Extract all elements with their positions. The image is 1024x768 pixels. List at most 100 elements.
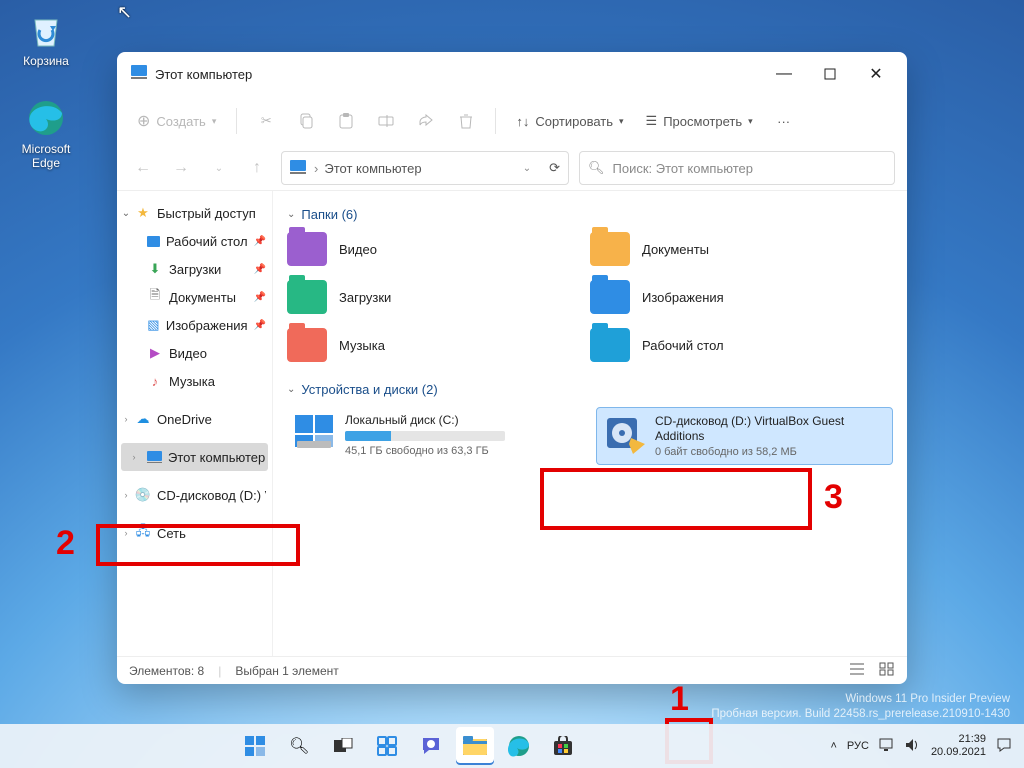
folder-label: Изображения: [642, 290, 724, 305]
drive-free: 0 байт свободно из 58,2 МБ: [655, 446, 886, 458]
drive-local-c[interactable]: Локальный диск (C:) 45,1 ГБ свободно из …: [287, 407, 584, 465]
tray-chevron-icon[interactable]: ˄: [830, 740, 836, 752]
status-bar: Элементов: 8 | Выбран 1 элемент: [117, 656, 907, 684]
copy-button[interactable]: [289, 104, 323, 138]
nav-downloads[interactable]: ⬇Загрузки📌: [117, 255, 272, 283]
tray-clock[interactable]: 21:39 20.09.2021: [931, 733, 986, 759]
taskbar: 🔍︎ ˄ РУС 21:39 20.09.2021: [0, 724, 1024, 768]
nav-quick-access[interactable]: ⌄★Быстрый доступ: [117, 199, 272, 227]
desktop-icon-recycle-bin[interactable]: Корзина: [10, 10, 82, 68]
minimize-button[interactable]: —: [761, 58, 807, 90]
pin-icon: 📌: [254, 236, 266, 247]
delete-icon: [459, 113, 473, 129]
maximize-button[interactable]: [807, 58, 853, 90]
video-icon: ▶: [147, 345, 163, 361]
refresh-button[interactable]: ⟳: [549, 160, 560, 176]
drives-header[interactable]: ⌄Устройства и диски (2): [287, 382, 893, 397]
sort-button[interactable]: ↑↓Сортировать▾: [508, 104, 631, 138]
paste-button[interactable]: [329, 104, 363, 138]
edge-button[interactable]: [500, 727, 538, 765]
folder-Изображения[interactable]: Изображения: [590, 280, 893, 314]
search-placeholder: Поиск: Этот компьютер: [613, 161, 753, 176]
folder-Музыка[interactable]: Музыка: [287, 328, 590, 362]
up-button[interactable]: ↑: [243, 154, 271, 182]
file-explorer-window: Этот компьютер — ✕ ⊕Создать▾ ✂ ↑↓Сортиро…: [117, 52, 907, 684]
annotation-2: 2: [56, 524, 75, 563]
desktop-icon-label: Microsoft Edge: [10, 142, 82, 170]
share-button[interactable]: [409, 104, 443, 138]
task-view-button[interactable]: [324, 727, 362, 765]
more-button[interactable]: ···: [767, 104, 801, 138]
desktop-icon-edge[interactable]: Microsoft Edge: [10, 98, 82, 170]
this-pc-icon: [131, 65, 147, 84]
nav-music[interactable]: ♪Музыка: [117, 367, 272, 395]
close-button[interactable]: ✕: [853, 58, 899, 90]
address-bar-row: ← → ⌄ ↑ › Этот компьютер ⌄ ⟳ 🔍︎ Поиск: Э…: [117, 146, 907, 190]
nav-pane: ⌄★Быстрый доступ Рабочий стол📌 ⬇Загрузки…: [117, 191, 273, 656]
edge-icon: [26, 98, 66, 138]
folder-label: Видео: [339, 242, 377, 257]
desktop-icon-label: Корзина: [10, 54, 82, 68]
separator: [495, 108, 496, 134]
tray-language[interactable]: РУС: [847, 740, 869, 752]
view-icon: ☰: [646, 113, 658, 129]
folder-Документы[interactable]: Документы: [590, 232, 893, 266]
search-input[interactable]: 🔍︎ Поиск: Этот компьютер: [579, 151, 895, 185]
recent-button[interactable]: ⌄: [205, 154, 233, 182]
disc-icon: [603, 414, 645, 457]
nav-cd-drive[interactable]: ›💿CD-дисковод (D:) V: [117, 481, 272, 509]
folder-Рабочий стол[interactable]: Рабочий стол: [590, 328, 893, 362]
delete-button[interactable]: [449, 104, 483, 138]
folder-label: Музыка: [339, 338, 385, 353]
sort-icon: ↑↓: [516, 114, 529, 129]
annotation-box-2: [96, 524, 300, 566]
search-button[interactable]: 🔍︎: [280, 727, 318, 765]
chat-button[interactable]: [412, 727, 450, 765]
drive-label: Локальный диск (C:): [345, 413, 578, 427]
desktop-icon: [147, 236, 160, 247]
back-button[interactable]: ←: [129, 154, 157, 182]
rename-icon: [378, 114, 394, 128]
cut-button[interactable]: ✂: [249, 104, 283, 138]
toolbar: ⊕Создать▾ ✂ ↑↓Сортировать▾ ☰Просмотреть▾…: [117, 96, 907, 146]
download-icon: ⬇: [147, 261, 163, 277]
drive-icon: [293, 413, 335, 452]
tiles-view-button[interactable]: [879, 662, 895, 679]
nav-this-pc[interactable]: ›Этот компьютер: [121, 443, 268, 471]
network-icon[interactable]: [879, 738, 895, 755]
store-button[interactable]: [544, 727, 582, 765]
content-pane: ⌄Папки (6) Видео ДокументыЗагрузки Изображ…: [273, 191, 907, 656]
address-bar[interactable]: › Этот компьютер ⌄ ⟳: [281, 151, 569, 185]
widgets-button[interactable]: [368, 727, 406, 765]
rename-button[interactable]: [369, 104, 403, 138]
drive-cd-d[interactable]: CD-дисковод (D:) VirtualBox Guest Additi…: [596, 407, 893, 465]
notifications-icon[interactable]: [996, 737, 1012, 756]
details-view-button[interactable]: [849, 662, 865, 679]
annotation-3: 3: [824, 478, 843, 517]
copy-icon: [298, 113, 314, 129]
chevron-down-icon[interactable]: ⌄: [523, 163, 531, 174]
document-icon: 🗎: [147, 289, 163, 305]
folder-Видео[interactable]: Видео: [287, 232, 590, 266]
create-button[interactable]: ⊕Создать▾: [129, 104, 224, 138]
nav-documents[interactable]: 🗎Документы📌: [117, 283, 272, 311]
folders-header[interactable]: ⌄Папки (6): [287, 207, 893, 222]
volume-icon[interactable]: [905, 738, 921, 755]
titlebar[interactable]: Этот компьютер — ✕: [117, 52, 907, 96]
folder-icon: [287, 328, 327, 362]
view-button[interactable]: ☰Просмотреть▾: [638, 104, 761, 138]
pin-icon: 📌: [254, 292, 266, 303]
cut-icon: ✂: [261, 113, 272, 129]
breadcrumb: Этот компьютер: [324, 161, 421, 176]
folder-Загрузки[interactable]: Загрузки: [287, 280, 590, 314]
nav-videos[interactable]: ▶Видео: [117, 339, 272, 367]
nav-desktop[interactable]: Рабочий стол📌: [117, 227, 272, 255]
folder-icon: [287, 280, 327, 314]
folder-icon: [590, 232, 630, 266]
file-explorer-button[interactable]: [456, 727, 494, 765]
folder-icon: [590, 280, 630, 314]
nav-pictures[interactable]: ▧Изображения📌: [117, 311, 272, 339]
nav-onedrive[interactable]: ›☁OneDrive: [117, 405, 272, 433]
start-button[interactable]: [236, 727, 274, 765]
forward-button[interactable]: →: [167, 154, 195, 182]
